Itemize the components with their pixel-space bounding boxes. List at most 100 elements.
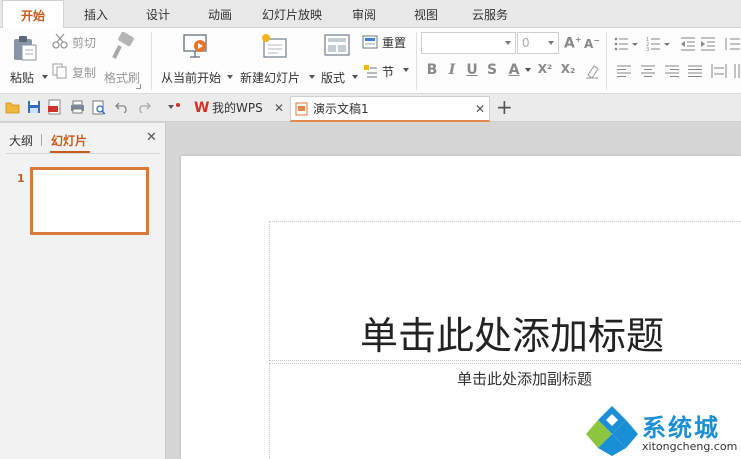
font-color-button[interactable]: A (505, 62, 523, 78)
italic-button[interactable]: I (443, 62, 461, 78)
align-left-icon[interactable] (617, 65, 631, 77)
ribbon-separator (606, 32, 607, 90)
layout-icon (324, 34, 350, 56)
align-right-icon[interactable] (665, 65, 679, 77)
undo-icon[interactable] (115, 101, 129, 113)
menu-bar: 开始 插入 设计 动画 幻灯片放映 审阅 视图 云服务 (0, 0, 741, 29)
watermark-name: 系统城 (642, 414, 720, 442)
numbered-list-icon[interactable]: 1 2 3 (646, 37, 672, 51)
format-painter-icon (112, 32, 134, 59)
tab-cloud[interactable]: 云服务 (460, 0, 520, 29)
copy-label: 复制 (72, 66, 97, 80)
chevron-down-icon (548, 41, 554, 45)
document-tab-bar: W 我的WPS ✕ 演示文稿1 ✕ + (0, 94, 741, 122)
chevron-down-icon (505, 41, 511, 45)
justify-icon[interactable] (688, 65, 702, 77)
open-folder-icon[interactable] (5, 101, 20, 114)
font-size-value: 0 (522, 36, 530, 50)
copy-button[interactable]: 复制 (52, 62, 100, 80)
text-direction-icon[interactable] (733, 64, 741, 78)
layout-label: 版式 (321, 71, 346, 85)
save-icon[interactable] (27, 100, 41, 114)
reset-icon (362, 35, 378, 49)
close-icon[interactable]: ✕ (475, 97, 485, 121)
superscript-button[interactable]: X² (533, 62, 557, 76)
slideshow-play-icon (183, 34, 207, 58)
presentation-doc-icon (295, 102, 308, 116)
slide-navigation-pane: 大纲 幻灯片 ✕ 1 (0, 123, 166, 459)
ribbon-separator (416, 32, 417, 90)
tab-animation[interactable]: 动画 (192, 0, 248, 29)
underline-button[interactable]: U (463, 62, 481, 78)
tab-view[interactable]: 视图 (398, 0, 454, 29)
cut-button[interactable]: 剪切 (52, 32, 100, 50)
format-painter-button[interactable]: 格式刷 (103, 32, 145, 89)
close-icon[interactable]: ✕ (274, 96, 284, 120)
pane-tab-divider (41, 134, 42, 146)
cut-label: 剪切 (72, 36, 97, 50)
line-spacing-icon[interactable] (724, 37, 740, 51)
font-color-dropdown-icon[interactable] (525, 68, 531, 72)
xitongcheng-logo-icon (586, 406, 638, 456)
slide-thumbnail[interactable] (30, 167, 149, 235)
paste-dropdown-icon[interactable] (42, 75, 48, 79)
new-slide-dropdown-icon[interactable] (309, 75, 315, 79)
section-dropdown-icon[interactable] (403, 68, 409, 72)
increase-indent-icon[interactable] (700, 37, 716, 51)
export-pdf-icon[interactable] (48, 99, 62, 115)
svg-text:3: 3 (646, 47, 649, 51)
layout-dropdown-icon[interactable] (352, 75, 358, 79)
slides-tab[interactable]: 幻灯片 (51, 132, 87, 149)
customize-quick-access-icon[interactable] (167, 102, 181, 112)
tab-insert[interactable]: 插入 (68, 0, 124, 29)
tab-home[interactable]: 开始 (2, 0, 64, 29)
section-label: 节 (382, 65, 395, 79)
outline-tab[interactable]: 大纲 (9, 132, 33, 149)
align-center-icon[interactable] (641, 65, 655, 77)
reset-button[interactable]: 重置 (362, 33, 412, 51)
subtitle-placeholder-text: 单击此处添加副标题 (457, 370, 593, 388)
tab-review[interactable]: 审阅 (336, 0, 392, 29)
tab-design[interactable]: 设计 (130, 0, 186, 29)
tab-document-label: 演示文稿1 (313, 102, 369, 116)
slide-number: 1 (17, 172, 25, 185)
dialog-launcher-icon[interactable] (136, 84, 141, 89)
new-slide-button[interactable]: 新建幻灯片 (238, 32, 315, 88)
section-icon (364, 65, 377, 78)
paste-icon (14, 36, 37, 61)
decrease-indent-icon[interactable] (680, 37, 696, 51)
pane-tab-rule (6, 153, 160, 154)
reset-label: 重置 (382, 36, 407, 50)
title-placeholder-text: 单击此处添加标题 (360, 314, 665, 358)
tab-slideshow[interactable]: 幻灯片放映 (254, 0, 330, 29)
paste-label: 粘贴 (10, 71, 35, 85)
grow-font-icon[interactable]: A+ (564, 35, 582, 52)
tab-document[interactable]: 演示文稿1 ✕ (290, 96, 490, 122)
scissors-icon (52, 33, 68, 49)
distribute-icon[interactable] (711, 64, 727, 78)
paste-button[interactable]: 粘贴 (6, 32, 48, 88)
close-icon[interactable]: ✕ (146, 130, 157, 145)
new-slide-icon (262, 34, 287, 58)
new-tab-button[interactable]: + (496, 95, 513, 119)
subscript-button[interactable]: X₂ (556, 62, 580, 76)
tab-my-wps-label: 我的WPS (212, 101, 263, 115)
print-icon[interactable] (70, 100, 85, 114)
shrink-font-icon[interactable]: A− (584, 36, 600, 51)
bullet-list-icon[interactable] (614, 37, 640, 51)
clear-format-icon[interactable] (584, 63, 600, 79)
font-name-combo[interactable] (421, 32, 516, 54)
section-button[interactable]: 节 (362, 62, 412, 80)
from-current-dropdown-icon[interactable] (227, 75, 233, 79)
layout-button[interactable]: 版式 (318, 32, 358, 88)
tab-my-wps[interactable]: W 我的WPS ✕ (190, 96, 288, 122)
from-current-button[interactable]: 从当前开始 (158, 32, 233, 88)
redo-icon[interactable] (137, 101, 151, 113)
shadow-button[interactable]: S (483, 62, 501, 78)
title-placeholder[interactable]: 单击此处添加标题 (269, 221, 741, 361)
watermark-site: xitongcheng.com (642, 440, 738, 453)
font-size-combo[interactable]: 0 (517, 32, 559, 54)
print-preview-icon[interactable] (92, 100, 106, 115)
format-painter-label: 格式刷 (104, 71, 141, 85)
bold-button[interactable]: B (423, 62, 441, 78)
